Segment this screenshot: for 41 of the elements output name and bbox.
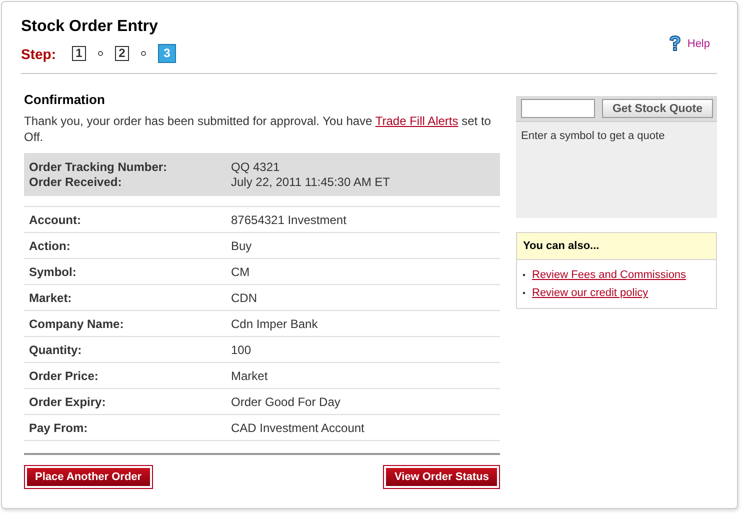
related-link[interactable]: Review our credit policy bbox=[532, 284, 648, 302]
view-status-button[interactable]: View Order Status bbox=[384, 466, 499, 488]
page-title: Stock Order Entry bbox=[21, 18, 159, 36]
field-label: Order Received: bbox=[29, 175, 123, 190]
field-value: CAD Investment Account bbox=[231, 420, 364, 434]
field-label: Order Tracking Number: bbox=[29, 160, 168, 175]
step-indicator[interactable]: 1 bbox=[72, 46, 86, 61]
section-heading: Confirmation bbox=[24, 92, 106, 107]
get-quote-button[interactable]: Get Stock Quote bbox=[602, 99, 713, 118]
field-label: Company Name: bbox=[29, 316, 125, 330]
confirmation-message: Thank you, your order has been submitted for approval. You have Trade Fill Alerts set to Off. bbox=[24, 113, 492, 145]
field-label: Symbol: bbox=[29, 264, 78, 278]
field-label: Order Price: bbox=[29, 368, 100, 382]
step-separator-icon bbox=[141, 51, 146, 56]
related-link[interactable]: Review Fees and Commissions bbox=[532, 266, 686, 284]
field-label: Order Expiry: bbox=[29, 394, 107, 408]
field-value: Market bbox=[231, 368, 268, 382]
field-label: Action: bbox=[29, 238, 72, 252]
field-value: Cdn Imper Bank bbox=[231, 316, 318, 330]
field-value: 87654321 Investment bbox=[231, 212, 346, 226]
symbol-input[interactable] bbox=[521, 99, 595, 118]
help-link[interactable]: Help bbox=[668, 35, 710, 52]
trade-fill-alerts-link[interactable]: Trade Fill Alerts bbox=[375, 114, 458, 128]
field-label: Quantity: bbox=[29, 342, 83, 356]
field-value: Order Good For Day bbox=[231, 394, 340, 408]
quote-hint: Enter a symbol to get a quote bbox=[520, 129, 666, 144]
help-icon bbox=[668, 35, 682, 52]
field-label: Account: bbox=[29, 212, 82, 226]
field-value: CM bbox=[231, 264, 250, 278]
field-value: CDN bbox=[231, 290, 257, 304]
field-label: Pay From: bbox=[29, 420, 89, 434]
place-order-button[interactable]: Place Another Order bbox=[25, 466, 152, 488]
field-value: QQ 4321 bbox=[231, 160, 280, 175]
step-separator-icon bbox=[98, 51, 103, 56]
step-label: Step: bbox=[21, 46, 56, 62]
also-heading: You can also... bbox=[517, 233, 716, 260]
field-value: July 22, 2011 11:45:30 AM ET bbox=[231, 175, 390, 190]
field-value: Buy bbox=[231, 238, 252, 252]
step-indicator[interactable]: 2 bbox=[115, 46, 129, 61]
field-value: 100 bbox=[231, 342, 252, 356]
field-label: Market: bbox=[29, 290, 73, 304]
